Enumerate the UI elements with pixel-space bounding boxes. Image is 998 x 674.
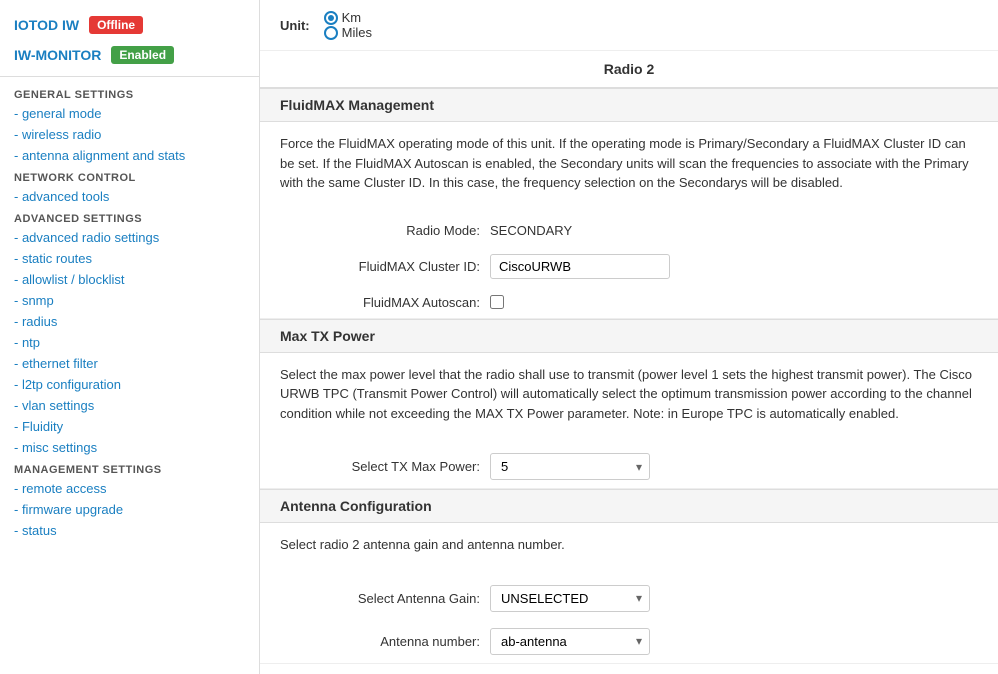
sidebar-link-radius[interactable]: - radius [0, 311, 259, 332]
device-link-iw-monitor[interactable]: IW-MONITOR [14, 47, 101, 63]
radio-circle-miles [324, 26, 338, 40]
sidebar-link-allowlist-blocklist[interactable]: - allowlist / blocklist [0, 269, 259, 290]
sidebar-link-misc-settings[interactable]: - misc settings [0, 437, 259, 458]
sidebar-link-status[interactable]: - status [0, 520, 259, 541]
section-header-max-tx-power: Max TX Power [260, 319, 998, 353]
sidebar-link-general-mode[interactable]: - general mode [0, 103, 259, 124]
section-desc-max-tx-power: Select the max power level that the radi… [280, 365, 978, 424]
sidebar-link-advanced-radio-settings[interactable]: - advanced radio settings [0, 227, 259, 248]
unit-option-label-km: Km [342, 10, 362, 25]
sidebar-link-fluidity[interactable]: - Fluidity [0, 416, 259, 437]
form-row-fluidmax-cluster-id: FluidMAX Cluster ID: [260, 246, 998, 287]
unit-row: Unit: KmMiles [260, 0, 998, 51]
form-row-radio-mode: Radio Mode: SECONDARY [260, 215, 998, 246]
unit-label: Unit: [280, 18, 310, 33]
form-input-fluidmax-cluster-id[interactable] [490, 254, 670, 279]
form-value-radio-mode: SECONDARY [490, 223, 610, 238]
section-header-fluidmax-management: FluidMAX Management [260, 88, 998, 122]
content-sections: FluidMAX Management Force the FluidMAX op… [260, 88, 998, 664]
form-select-antenna-number[interactable]: ab-antennaa-antennab-antenna [490, 628, 650, 655]
sidebar-link-advanced-tools[interactable]: - advanced tools [0, 186, 259, 207]
sidebar-section-management-settings: MANAGEMENT SETTINGS [0, 458, 259, 478]
sidebar-device-iw-monitor: IW-MONITOR Enabled [0, 40, 259, 70]
form-row-select-tx-max-power: Select TX Max Power: 12345678▾ [260, 445, 998, 488]
form-row-select-antenna-gain: Select Antenna Gain: UNSELECTED5dBi8dBi10… [260, 577, 998, 620]
form-label-antenna-number: Antenna number: [280, 634, 480, 649]
radio2-header: Radio 2 [260, 51, 998, 88]
device-rows: IOTOD IW Offline IW-MONITOR Enabled [0, 10, 259, 70]
sidebar-link-antenna-alignment[interactable]: - antenna alignment and stats [0, 145, 259, 166]
form-select-wrapper-select-antenna-gain: UNSELECTED5dBi8dBi10dBi▾ [490, 585, 650, 612]
unit-options: KmMiles [324, 10, 372, 40]
form-select-select-antenna-gain[interactable]: UNSELECTED5dBi8dBi10dBi [490, 585, 650, 612]
section-separator-antenna-configuration [260, 663, 998, 664]
sidebar-link-ethernet-filter[interactable]: - ethernet filter [0, 353, 259, 374]
sidebar: IOTOD IW Offline IW-MONITOR Enabled GENERAL… [0, 0, 260, 674]
form-label-select-antenna-gain: Select Antenna Gain: [280, 591, 480, 606]
main-content: Unit: KmMiles Radio 2 FluidMAX Managemen… [260, 0, 998, 674]
form-row-antenna-number: Antenna number: ab-antennaa-antennab-ante… [260, 620, 998, 663]
sidebar-link-vlan-settings[interactable]: - vlan settings [0, 395, 259, 416]
sidebar-link-static-routes[interactable]: - static routes [0, 248, 259, 269]
sidebar-link-firmware-upgrade[interactable]: - firmware upgrade [0, 499, 259, 520]
device-badge-iotod-iw: Offline [89, 16, 143, 34]
sidebar-link-remote-access[interactable]: - remote access [0, 478, 259, 499]
device-badge-iw-monitor: Enabled [111, 46, 174, 64]
section-desc-antenna-configuration: Select radio 2 antenna gain and antenna … [280, 535, 978, 555]
sidebar-device-iotod-iw: IOTOD IW Offline [0, 10, 259, 40]
unit-option-label-miles: Miles [342, 25, 372, 40]
unit-option-miles[interactable]: Miles [324, 25, 372, 40]
form-label-radio-mode: Radio Mode: [280, 223, 480, 238]
section-header-antenna-configuration: Antenna Configuration [260, 489, 998, 523]
device-link-iotod-iw[interactable]: IOTOD IW [14, 17, 79, 33]
unit-option-km[interactable]: Km [324, 10, 372, 25]
sidebar-section-general-settings: GENERAL SETTINGS [0, 83, 259, 103]
sidebar-link-l2tp-configuration[interactable]: - l2tp configuration [0, 374, 259, 395]
nav-sections: GENERAL SETTINGS- general mode- wireless… [0, 83, 259, 541]
form-select-wrapper-antenna-number: ab-antennaa-antennab-antenna▾ [490, 628, 650, 655]
form-label-fluidmax-autoscan: FluidMAX Autoscan: [280, 295, 480, 310]
form-select-select-tx-max-power[interactable]: 12345678 [490, 453, 650, 480]
section-desc-fluidmax-management: Force the FluidMAX operating mode of thi… [280, 134, 978, 193]
form-checkbox-fluidmax-autoscan[interactable] [490, 295, 504, 309]
sidebar-link-wireless-radio[interactable]: - wireless radio [0, 124, 259, 145]
form-row-fluidmax-autoscan: FluidMAX Autoscan: [260, 287, 998, 318]
form-label-select-tx-max-power: Select TX Max Power: [280, 459, 480, 474]
form-select-wrapper-select-tx-max-power: 12345678▾ [490, 453, 650, 480]
form-label-fluidmax-cluster-id: FluidMAX Cluster ID: [280, 259, 480, 274]
sidebar-divider-top [0, 76, 259, 77]
sidebar-section-network-control: NETWORK CONTROL [0, 166, 259, 186]
sidebar-link-snmp[interactable]: - snmp [0, 290, 259, 311]
radio-circle-km [324, 11, 338, 25]
sidebar-section-advanced-settings: ADVANCED SETTINGS [0, 207, 259, 227]
sidebar-link-ntp[interactable]: - ntp [0, 332, 259, 353]
